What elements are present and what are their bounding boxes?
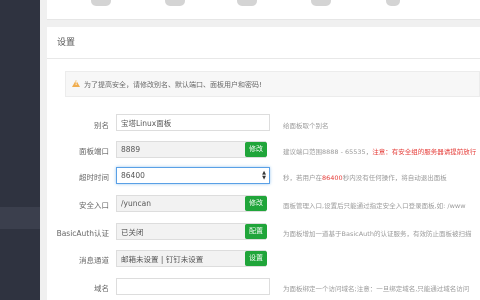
entrance-edit-button[interactable]: 修改 (245, 196, 267, 211)
timeout-help: 秒，若用户在86400秒内没有任何操作，将自动退出面板 (283, 172, 447, 182)
panel-title: 设置 (57, 38, 76, 48)
alias-input[interactable]: 宝塔Linux面板 (116, 114, 270, 131)
top-toggle-card (47, 0, 480, 20)
sidebar (0, 0, 40, 300)
notify-input: 邮箱未设置 | 钉钉未设置 (116, 250, 266, 267)
port-help-warning: 注意：有安全组的服务器请提前放行 (372, 148, 477, 156)
basicauth-input: 已关闭 (116, 223, 266, 240)
toggle-switch[interactable] (386, 0, 400, 6)
notify-label: 消息通道 (79, 256, 109, 265)
entrance-label: 安全入口 (79, 201, 109, 210)
domain-input[interactable] (116, 278, 270, 295)
notify-set-button[interactable]: 设置 (245, 251, 267, 266)
toggle-switch[interactable] (237, 0, 257, 6)
warning-text: 为了提高安全，请修改别名、默认端口、面板用户和密码! (84, 81, 262, 89)
panel-divider (47, 58, 480, 59)
port-label: 面板端口 (79, 147, 109, 156)
settings-panel: 设置 为了提高安全，请修改别名、默认端口、面板用户和密码! 别名 宝塔Linux… (47, 27, 480, 300)
timeout-label: 超时时间 (79, 173, 109, 182)
basicauth-label: BasicAuth认证 (56, 229, 109, 238)
alias-help: 给面板取个别名 (283, 122, 329, 130)
entrance-help: 面板管理入口,设置后只能通过指定安全入口登录面板,如: /www (283, 202, 466, 210)
security-warning: 为了提高安全，请修改别名、默认端口、面板用户和密码! (65, 71, 480, 97)
entrance-input: /yuncan (116, 195, 266, 212)
toggle-switch[interactable] (165, 0, 185, 6)
timeout-input[interactable]: 86400 ▲ ▼ (116, 167, 270, 184)
port-input: 8889 (116, 141, 266, 158)
sidebar-active-item[interactable] (0, 207, 40, 229)
toggle-switch[interactable] (311, 0, 331, 6)
basicauth-help: 为面板增加一道基于BasicAuth的认证服务，有效防止面板被扫描 (283, 230, 472, 238)
domain-label: 域名 (94, 284, 109, 293)
domain-help: 为面板绑定一个访问域名;注意：一旦绑定域名,只能通过域名访问 (283, 285, 470, 293)
timeout-help-highlight: 86400 (322, 174, 343, 182)
timeout-help-suffix: 秒内没有任何操作，将自动退出面板 (342, 174, 447, 182)
alias-label: 别名 (94, 121, 109, 130)
timeout-value: 86400 (121, 171, 145, 180)
port-help: 建议端口范围8888 - 65535，注意：有安全组的服务器请提前放行 (283, 146, 476, 156)
basicauth-config-button[interactable]: 配置 (245, 224, 267, 239)
number-spinner-icon[interactable]: ▲ ▼ (262, 171, 266, 181)
port-help-text: 建议端口范围8888 - 65535， (283, 148, 373, 156)
toggle-switch[interactable] (91, 0, 111, 6)
timeout-help-prefix: 秒，若用户在 (283, 174, 322, 182)
warning-icon (72, 80, 80, 87)
port-edit-button[interactable]: 修改 (245, 142, 267, 157)
